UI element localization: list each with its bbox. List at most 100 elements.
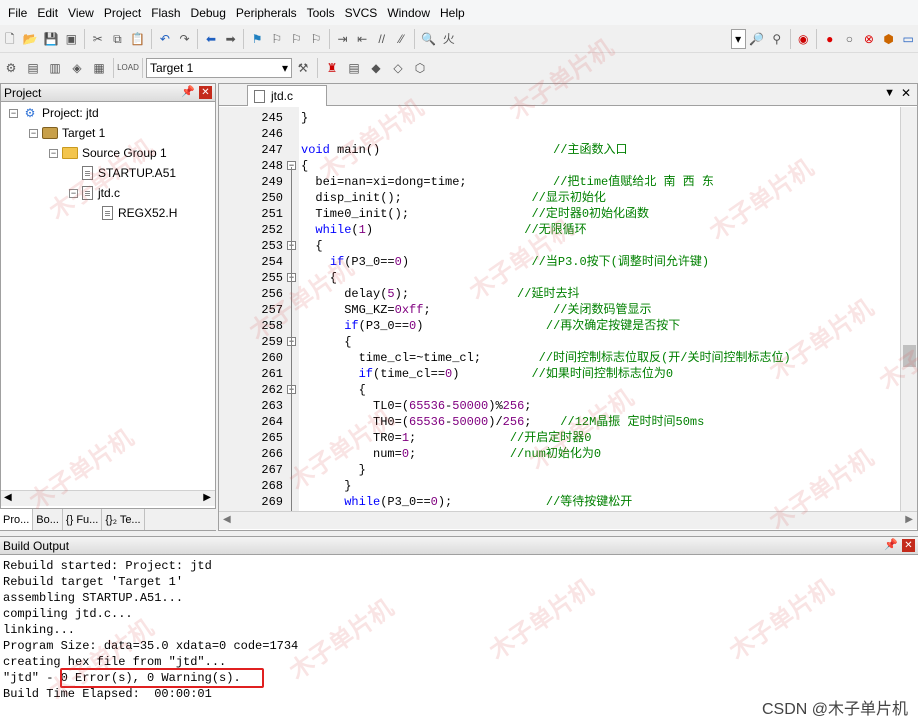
next-bookmark-icon[interactable]: ⚐ bbox=[290, 31, 304, 47]
nav-forward-icon[interactable]: ➡ bbox=[224, 31, 238, 47]
find-in-files-icon[interactable]: 🔍 bbox=[421, 31, 436, 47]
insert-icon[interactable]: 火 bbox=[442, 31, 456, 47]
expander-icon[interactable]: − bbox=[9, 108, 18, 118]
rebuild-icon[interactable]: ▥ bbox=[47, 60, 63, 76]
nav-back-icon[interactable]: ⬅ bbox=[204, 31, 218, 47]
tree-item[interactable]: STARTUP.A51 bbox=[69, 164, 176, 182]
menu-file[interactable]: File bbox=[3, 6, 32, 20]
target-options-icon[interactable]: ⚒ bbox=[295, 60, 311, 76]
clear-bookmarks-icon[interactable]: ⚐ bbox=[309, 31, 323, 47]
editor-vscrollbar[interactable] bbox=[900, 107, 917, 511]
expander-icon[interactable]: − bbox=[29, 128, 38, 138]
batch-build-icon[interactable]: ◈ bbox=[69, 60, 85, 76]
editor-hscrollbar[interactable]: ◀ ▶ bbox=[219, 511, 917, 529]
project-tab[interactable]: Bo... bbox=[33, 509, 63, 530]
tree-item[interactable]: − ⚙ Project: jtd bbox=[9, 104, 99, 122]
breakpoint-icon[interactable]: ● bbox=[823, 31, 837, 47]
save-icon[interactable]: 💾 bbox=[44, 31, 59, 47]
code-token: disp_init(); bbox=[301, 191, 532, 205]
copy-icon[interactable]: ⧉ bbox=[111, 31, 125, 47]
tab-list-dropdown-icon[interactable]: ▼ bbox=[884, 87, 895, 99]
build-output-line: Rebuild target 'Target 1' bbox=[3, 575, 184, 589]
pack-installer-icon[interactable]: ◆ bbox=[368, 60, 384, 76]
menu-window[interactable]: Window bbox=[382, 6, 435, 20]
menu-help[interactable]: Help bbox=[435, 6, 470, 20]
unindent-icon[interactable]: ⇤ bbox=[355, 31, 369, 47]
file-extensions-icon[interactable]: ▤ bbox=[346, 60, 362, 76]
tree-item[interactable]: − Target 1 bbox=[29, 124, 105, 142]
open-file-icon[interactable]: 📂 bbox=[23, 31, 38, 47]
new-file-icon[interactable]: 🗋 bbox=[3, 31, 17, 47]
menu-debug[interactable]: Debug bbox=[186, 6, 231, 20]
tree-item[interactable]: − jtd.c bbox=[69, 184, 120, 202]
indent-icon[interactable]: ⇥ bbox=[336, 31, 350, 47]
menu-peripherals[interactable]: Peripherals bbox=[231, 6, 302, 20]
save-all-icon[interactable]: ▣ bbox=[65, 31, 79, 47]
code-token: 0 bbox=[394, 255, 402, 269]
cut-icon[interactable]: ✂ bbox=[91, 31, 105, 47]
scroll-left-icon[interactable]: ◀ bbox=[4, 492, 12, 503]
expander-icon[interactable]: − bbox=[69, 188, 78, 198]
debug-session-icon[interactable]: ◉ bbox=[796, 31, 810, 47]
code-token: //等待按键松开 bbox=[545, 495, 633, 509]
tree-item[interactable]: − Source Group 1 bbox=[49, 144, 167, 162]
menu-edit[interactable]: Edit bbox=[32, 6, 63, 20]
comment-icon[interactable]: // bbox=[375, 31, 389, 47]
close-icon[interactable]: ✕ bbox=[902, 539, 915, 552]
tab-jtd-c[interactable]: jtd.c bbox=[247, 85, 327, 106]
bookmark-icon[interactable]: ⚑ bbox=[250, 31, 264, 47]
kill-breakpoints-icon[interactable]: ⊗ bbox=[862, 31, 876, 47]
menu-svcs[interactable]: SVCS bbox=[340, 6, 383, 20]
vscroll-thumb[interactable] bbox=[903, 345, 916, 367]
manage-components-icon[interactable]: ♜ bbox=[324, 60, 340, 76]
menu-project[interactable]: Project bbox=[99, 6, 146, 20]
project-tab[interactable]: Pro... bbox=[0, 509, 34, 530]
redo-icon[interactable]: ↷ bbox=[178, 31, 192, 47]
expander-icon[interactable]: − bbox=[49, 148, 58, 158]
line-number: 255 bbox=[261, 271, 283, 285]
incremental-find-icon[interactable]: ⚲ bbox=[770, 31, 784, 47]
find-icon[interactable]: 🔎 bbox=[749, 31, 764, 47]
build-output-line: linking... bbox=[3, 623, 76, 637]
project-hscrollbar[interactable]: ◀ ▶ bbox=[1, 490, 215, 506]
code-token: //12M晶振 定时时间50ms bbox=[560, 415, 705, 429]
run-time-environment-icon[interactable]: ⬡ bbox=[412, 60, 428, 76]
project-tab[interactable]: {}₂ Te... bbox=[102, 509, 145, 530]
code-token: time_cl=~time_cl; bbox=[301, 351, 539, 365]
toolbar-separator bbox=[414, 28, 416, 49]
breakpoint-options-icon[interactable]: ⬢ bbox=[882, 31, 896, 47]
prev-bookmark-icon[interactable]: ⚐ bbox=[270, 31, 284, 47]
close-icon[interactable]: ✕ bbox=[199, 86, 212, 99]
pin-icon[interactable]: 📌 bbox=[181, 85, 195, 98]
stop-build-icon[interactable]: ▦ bbox=[91, 60, 107, 76]
build-icon[interactable]: ▤ bbox=[25, 60, 41, 76]
uncomment-icon[interactable]: ⁄⁄ bbox=[395, 31, 409, 47]
find-dropdown[interactable]: ▾ bbox=[731, 28, 746, 49]
tab-label: jtd.c bbox=[271, 89, 294, 103]
disable-breakpoint-icon[interactable]: ○ bbox=[843, 31, 857, 47]
code-line: TL0=(65536-50000)%256; bbox=[301, 398, 531, 414]
line-number: 252 bbox=[261, 223, 283, 237]
menu-view[interactable]: View bbox=[63, 6, 99, 20]
undo-icon[interactable]: ↶ bbox=[158, 31, 172, 47]
code-token: ; bbox=[409, 431, 510, 445]
menu-flash[interactable]: Flash bbox=[146, 6, 185, 20]
scroll-right-icon[interactable]: ▶ bbox=[905, 514, 913, 525]
translate-icon[interactable]: ⚙ bbox=[3, 60, 19, 76]
download-icon[interactable]: LOAD bbox=[117, 60, 139, 76]
project-tab[interactable]: {} Fu... bbox=[63, 509, 103, 530]
close-tab-icon[interactable]: ✕ bbox=[901, 86, 911, 100]
pin-icon[interactable]: 📌 bbox=[884, 538, 898, 551]
scroll-right-icon[interactable]: ▶ bbox=[203, 492, 211, 503]
scroll-left-icon[interactable]: ◀ bbox=[223, 514, 231, 525]
select-software-packs-icon[interactable]: ◇ bbox=[390, 60, 406, 76]
code-token: 0 bbox=[430, 495, 438, 509]
paste-icon[interactable]: 📋 bbox=[130, 31, 145, 47]
window-layout-icon[interactable]: ▭ bbox=[901, 31, 915, 47]
code-token: delay( bbox=[301, 287, 388, 301]
menu-tools[interactable]: Tools bbox=[302, 6, 340, 20]
target-select[interactable]: Target 1 ▾ bbox=[146, 58, 292, 78]
tree-item[interactable]: REGX52.H bbox=[89, 204, 177, 222]
code-area[interactable]: } void main() //主函数入口{ bei=nan=xi=dong=ti… bbox=[301, 107, 901, 511]
